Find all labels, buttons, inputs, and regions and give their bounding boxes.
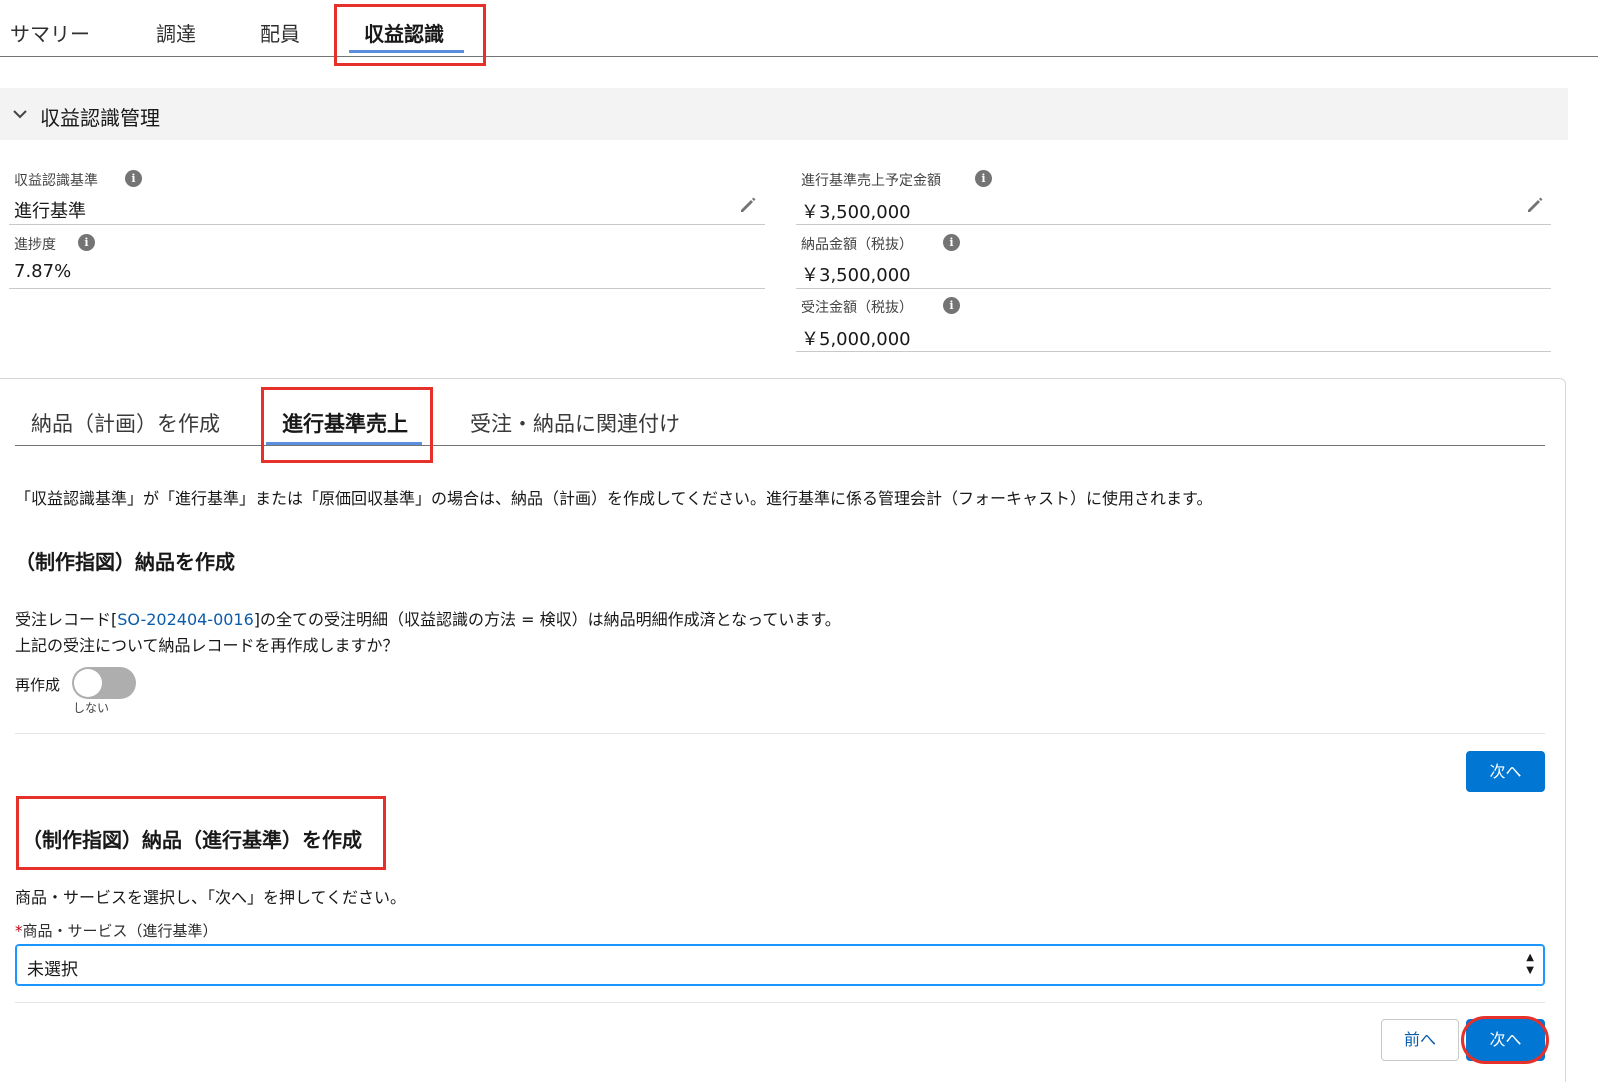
info-icon[interactable]: i: [78, 234, 95, 251]
info-icon[interactable]: i: [975, 170, 992, 187]
section-header[interactable]: 収益認識管理: [0, 88, 1568, 140]
product-service-label: *商品・サービス（進行基準）: [15, 920, 218, 941]
product-service-select[interactable]: 未選択 ▲ ▼: [15, 944, 1545, 986]
message-prefix: 受注レコード[: [15, 610, 118, 629]
tab-summary[interactable]: サマリー: [10, 18, 90, 47]
order-amount-value: ￥5,000,000: [801, 329, 911, 350]
info-icon[interactable]: i: [125, 170, 142, 187]
planned-sales-value: ￥3,500,000: [801, 202, 911, 223]
message-suffix: ]の全ての受注明細（収益認識の方法 = 検収）は納品明細作成済となっています。: [253, 610, 841, 629]
subtab-bar-line: [15, 445, 1545, 446]
select-value: 未選択: [27, 960, 78, 980]
top-tab-bar: サマリー 調達 配員 収益認識: [0, 0, 1598, 57]
active-subtab-indicator: [266, 442, 422, 445]
tab-staffing[interactable]: 配員: [260, 18, 300, 47]
step2-heading: （制作指図）納品（進行基準）を作成: [22, 828, 362, 852]
field-divider: [796, 288, 1551, 289]
recreate-toggle[interactable]: [72, 667, 136, 699]
progress-label: 進捗度: [14, 237, 56, 253]
instruction-note: 「収益認識基準」が「進行基準」または「原価回収基準」の場合は、納品（計画）を作成…: [15, 489, 1213, 508]
recreate-label: 再作成: [15, 676, 61, 694]
edit-pencil-icon[interactable]: [1525, 195, 1545, 215]
order-record-link[interactable]: SO-202404-0016: [117, 610, 254, 629]
info-icon[interactable]: i: [943, 234, 960, 251]
field-divider: [796, 351, 1551, 352]
divider: [15, 1002, 1545, 1003]
field-divider: [796, 224, 1551, 225]
order-amount-label: 受注金額（税抜）: [801, 300, 913, 316]
next-button[interactable]: 次へ: [1466, 751, 1545, 792]
step2-instruction: 商品・サービスを選択し、「次へ」を押してください。: [15, 888, 407, 907]
subtab-progress-sales[interactable]: 進行基準売上: [282, 408, 408, 438]
delivery-amount-value: ￥3,500,000: [801, 265, 911, 286]
next-button-step2[interactable]: 次へ: [1466, 1019, 1545, 1061]
chevron-down-icon[interactable]: [12, 106, 28, 122]
basis-label: 収益認識基準: [14, 173, 98, 189]
step1-message: 受注レコード[SO-202404-0016]の全ての受注明細（収益認識の方法 =…: [15, 606, 841, 630]
select-arrows-icon: ▲ ▼: [1526, 952, 1534, 976]
delivery-amount-label: 納品金額（税抜）: [801, 237, 913, 253]
previous-button[interactable]: 前へ: [1381, 1019, 1459, 1061]
toggle-state-text: しない: [73, 701, 110, 715]
toggle-knob: [74, 669, 102, 697]
info-icon[interactable]: i: [943, 297, 960, 314]
divider: [15, 733, 1545, 734]
subtab-link-order-delivery[interactable]: 受注・納品に関連付け: [470, 408, 680, 438]
tab-procurement[interactable]: 調達: [156, 18, 196, 47]
product-service-label-text: 商品・サービス（進行基準）: [22, 922, 218, 940]
subtab-create-delivery-plan[interactable]: 納品（計画）を作成: [31, 408, 220, 438]
progress-value: 7.87%: [14, 261, 72, 282]
step1-heading: （制作指図）納品を作成: [15, 550, 235, 574]
tab-revenue-recognition[interactable]: 収益認識: [364, 18, 444, 47]
required-mark: *: [15, 922, 23, 940]
section-title: 収益認識管理: [40, 106, 160, 130]
active-tab-indicator: [349, 50, 464, 53]
planned-sales-label: 進行基準売上予定金額: [801, 173, 941, 189]
edit-pencil-icon[interactable]: [738, 195, 758, 215]
basis-value: 進行基準: [14, 201, 86, 222]
step1-question: 上記の受注について納品レコードを再作成しますか？: [15, 636, 399, 655]
field-divider: [9, 224, 765, 225]
field-divider: [9, 288, 765, 289]
